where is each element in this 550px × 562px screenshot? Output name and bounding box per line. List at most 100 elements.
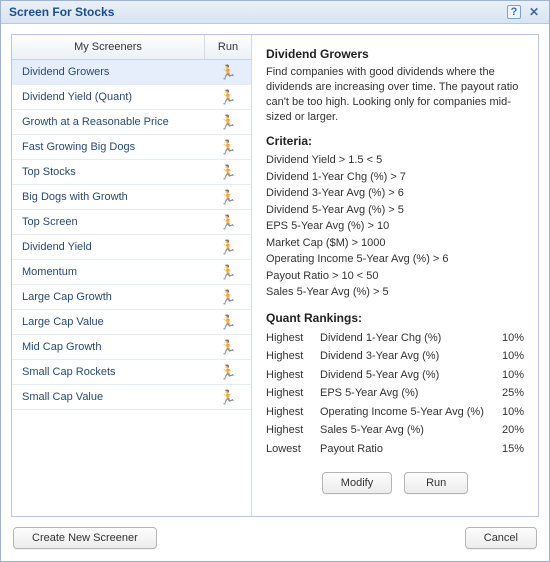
column-header-run[interactable]: Run (205, 35, 251, 59)
runner-icon: 🏃 (219, 189, 236, 206)
screener-row-label: Dividend Yield (Quant) (12, 85, 205, 109)
ranking-row: HighestSales 5-Year Avg (%)20% (266, 421, 524, 440)
run-screener-button[interactable]: 🏃 (205, 85, 251, 109)
ranking-weight: 20% (484, 421, 524, 440)
screener-row[interactable]: Large Cap Growth 🏃 (12, 285, 251, 310)
screener-row[interactable]: Growth at a Reasonable Price🏃 (12, 110, 251, 135)
criteria-heading: Criteria: (266, 134, 524, 148)
runner-icon: 🏃 (219, 214, 236, 231)
screener-row[interactable]: Mid Cap Growth 🏃 (12, 335, 251, 360)
criteria-item: EPS 5-Year Avg (%) > 10 (266, 218, 524, 235)
runner-icon: 🏃 (219, 314, 236, 331)
runner-icon: 🏃 (219, 339, 236, 356)
screener-row[interactable]: Top Stocks 🏃 (12, 160, 251, 185)
run-screener-button[interactable]: 🏃 (205, 285, 251, 309)
ranking-weight: 10% (484, 347, 524, 366)
dialog-body: My Screeners Run Dividend Growers🏃Divide… (1, 24, 549, 561)
runner-icon: 🏃 (219, 114, 236, 131)
runner-icon: 🏃 (219, 239, 236, 256)
detail-description: Find companies with good dividends where… (266, 65, 524, 124)
ranking-metric: EPS 5-Year Avg (%) (320, 384, 484, 403)
titlebar-icons: ? ✕ (507, 5, 541, 19)
screener-row[interactable]: Top Screen 🏃 (12, 210, 251, 235)
runner-icon: 🏃 (219, 164, 236, 181)
ranking-metric: Dividend 5-Year Avg (%) (320, 366, 484, 385)
screener-row-label: Small Cap Value (12, 385, 205, 409)
criteria-item: Dividend 5-Year Avg (%) > 5 (266, 202, 524, 219)
runner-icon: 🏃 (219, 64, 236, 81)
ranking-row: HighestDividend 1-Year Chg (%)10% (266, 329, 524, 348)
screener-row-label: Top Stocks (12, 160, 205, 184)
screener-row-label: Fast Growing Big Dogs (12, 135, 205, 159)
run-screener-button[interactable]: 🏃 (205, 360, 251, 384)
screener-row[interactable]: Dividend Yield (Quant) 🏃 (12, 85, 251, 110)
criteria-item: Dividend 3-Year Avg (%) > 6 (266, 185, 524, 202)
modify-button[interactable]: Modify (322, 472, 392, 494)
screener-row[interactable]: Dividend Growers🏃 (12, 60, 251, 85)
run-screener-button[interactable]: 🏃 (205, 135, 251, 159)
create-new-screener-button[interactable]: Create New Screener (13, 527, 157, 549)
footer: Create New Screener Cancel (11, 517, 539, 551)
close-icon[interactable]: ✕ (527, 5, 541, 19)
run-screener-button[interactable]: 🏃 (205, 110, 251, 134)
runner-icon: 🏃 (219, 289, 236, 306)
screener-list-header: My Screeners Run (12, 35, 251, 60)
cancel-button[interactable]: Cancel (465, 527, 537, 549)
ranking-direction: Highest (266, 366, 320, 385)
ranking-direction: Highest (266, 347, 320, 366)
runner-icon: 🏃 (219, 389, 236, 406)
screener-list: Dividend Growers🏃Dividend Yield (Quant) 🏃… (12, 60, 251, 516)
detail-buttons: Modify Run (266, 472, 524, 494)
screener-row[interactable]: Dividend Yield🏃 (12, 235, 251, 260)
run-screener-button[interactable]: 🏃 (205, 260, 251, 284)
run-screener-button[interactable]: 🏃 (205, 210, 251, 234)
run-screener-button[interactable]: 🏃 (205, 385, 251, 409)
column-header-name[interactable]: My Screeners (12, 35, 205, 59)
rankings-heading: Quant Rankings: (266, 311, 524, 325)
screener-row-label: Large Cap Value (12, 310, 205, 334)
ranking-direction: Highest (266, 403, 320, 422)
ranking-row: HighestEPS 5-Year Avg (%)25% (266, 384, 524, 403)
runner-icon: 🏃 (219, 364, 236, 381)
screener-row[interactable]: Small Cap Rockets🏃 (12, 360, 251, 385)
details-panel: Dividend Growers Find companies with goo… (252, 35, 538, 516)
ranking-row: LowestPayout Ratio15% (266, 440, 524, 459)
criteria-item: Market Cap ($M) > 1000 (266, 235, 524, 252)
screener-row-label: Large Cap Growth (12, 285, 205, 309)
ranking-direction: Highest (266, 329, 320, 348)
screener-row-label: Big Dogs with Growth (12, 185, 205, 209)
main-panel: My Screeners Run Dividend Growers🏃Divide… (11, 34, 539, 517)
run-screener-button[interactable]: 🏃 (205, 60, 251, 84)
ranking-weight: 25% (484, 384, 524, 403)
criteria-item: Dividend Yield > 1.5 < 5 (266, 152, 524, 169)
ranking-row: HighestDividend 3-Year Avg (%)10% (266, 347, 524, 366)
ranking-weight: 10% (484, 329, 524, 348)
ranking-weight: 15% (484, 440, 524, 459)
runner-icon: 🏃 (219, 89, 236, 106)
screener-row[interactable]: Large Cap Value 🏃 (12, 310, 251, 335)
screener-row[interactable]: Fast Growing Big Dogs🏃 (12, 135, 251, 160)
ranking-direction: Highest (266, 384, 320, 403)
ranking-direction: Highest (266, 421, 320, 440)
help-icon[interactable]: ? (507, 5, 521, 19)
rankings-table: HighestDividend 1-Year Chg (%)10%Highest… (266, 329, 524, 459)
screener-row[interactable]: Big Dogs with Growth 🏃 (12, 185, 251, 210)
ranking-row: HighestOperating Income 5-Year Avg (%)10… (266, 403, 524, 422)
run-screener-button[interactable]: 🏃 (205, 235, 251, 259)
run-screener-button[interactable]: 🏃 (205, 335, 251, 359)
screener-row-label: Top Screen (12, 210, 205, 234)
run-button[interactable]: Run (404, 472, 468, 494)
screener-row-label: Mid Cap Growth (12, 335, 205, 359)
ranking-metric: Sales 5-Year Avg (%) (320, 421, 484, 440)
dialog-title: Screen For Stocks (9, 5, 507, 19)
detail-title: Dividend Growers (266, 47, 524, 61)
run-screener-button[interactable]: 🏃 (205, 310, 251, 334)
screener-row-label: Momentum (12, 260, 205, 284)
run-screener-button[interactable]: 🏃 (205, 185, 251, 209)
criteria-item: Operating Income 5-Year Avg (%) > 6 (266, 251, 524, 268)
run-screener-button[interactable]: 🏃 (205, 160, 251, 184)
screener-row[interactable]: Small Cap Value 🏃 (12, 385, 251, 410)
screen-for-stocks-dialog: Screen For Stocks ? ✕ My Screeners Run D… (0, 0, 550, 562)
screener-list-panel: My Screeners Run Dividend Growers🏃Divide… (12, 35, 252, 516)
screener-row[interactable]: Momentum🏃 (12, 260, 251, 285)
